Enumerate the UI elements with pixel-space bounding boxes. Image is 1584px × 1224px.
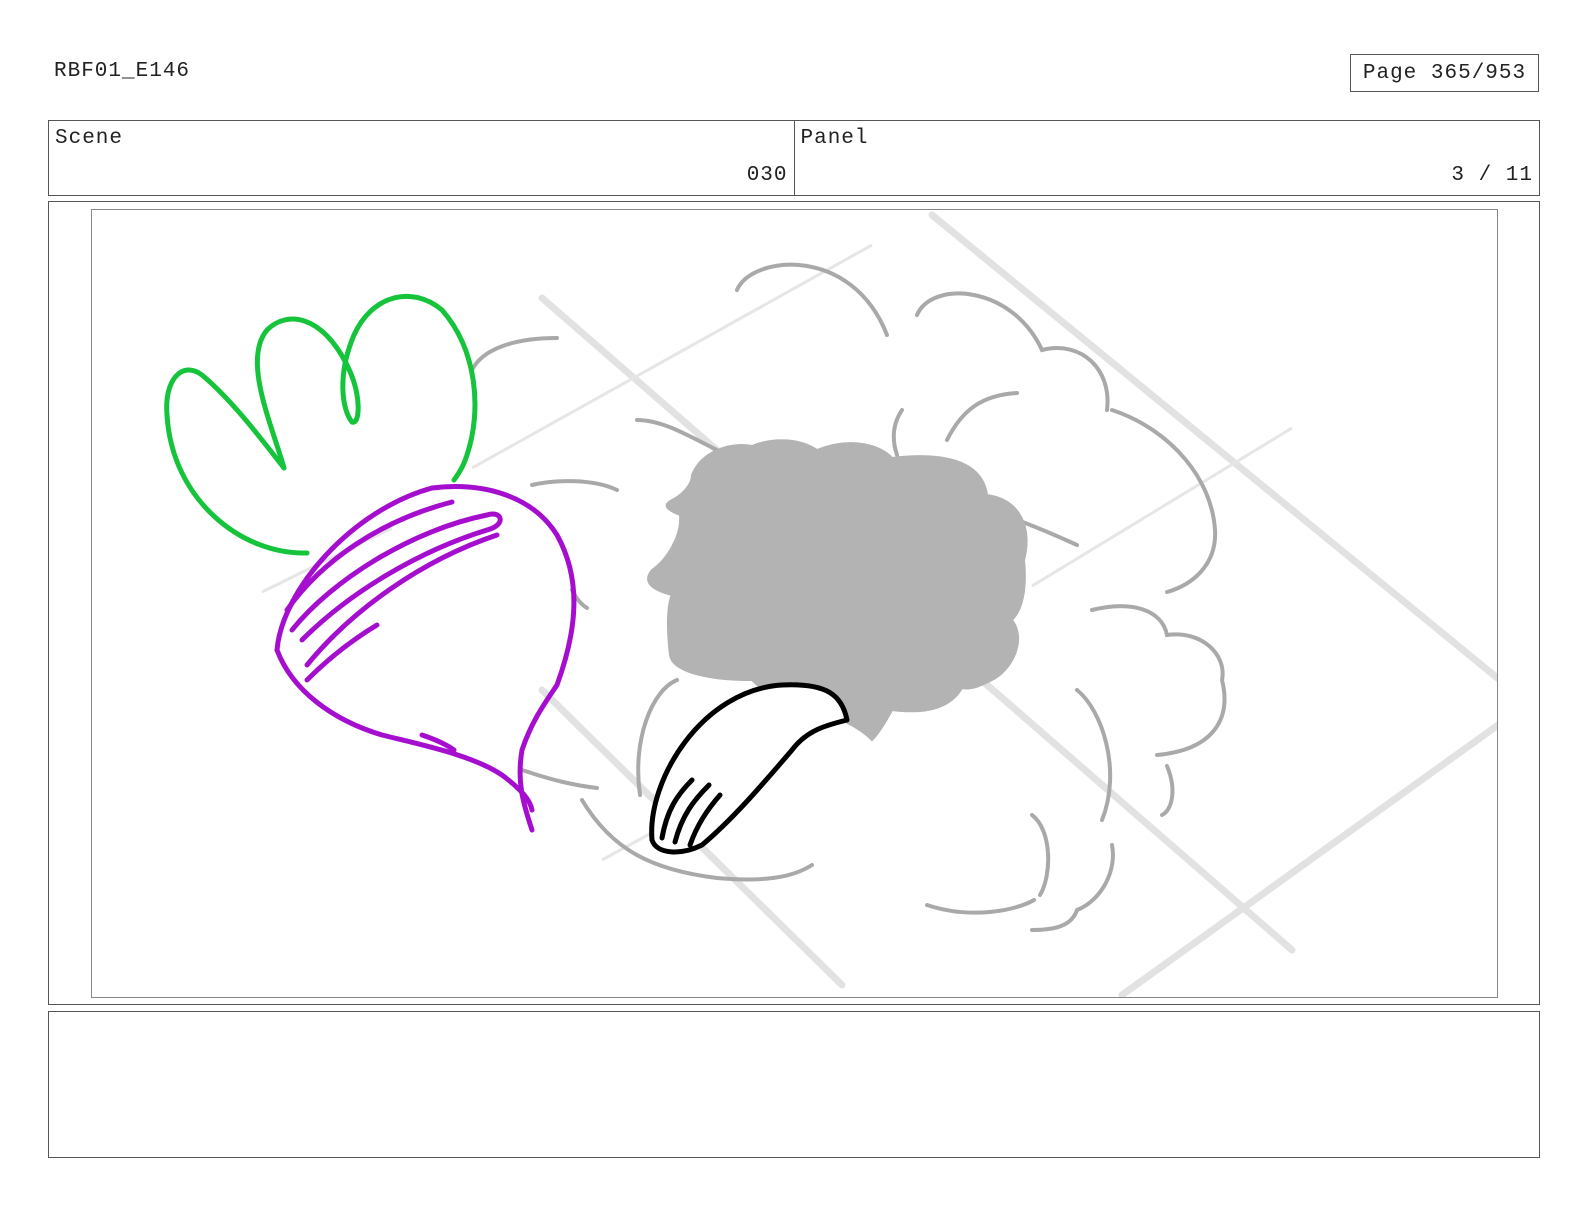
scene-label: Scene bbox=[55, 127, 124, 150]
scene-cell: Scene 030 bbox=[49, 121, 794, 195]
radish-leaves bbox=[164, 293, 478, 556]
scene-panel-row: Scene 030 Panel 3 / 11 bbox=[48, 120, 1540, 196]
smoke-hole bbox=[647, 439, 1028, 742]
scene-number: 030 bbox=[746, 164, 788, 187]
panel-cell: Panel 3 / 11 bbox=[793, 121, 1540, 195]
notes-box bbox=[48, 1011, 1540, 1158]
panel-number: 3 / 11 bbox=[1451, 164, 1533, 187]
document-id: RBF01_E146 bbox=[54, 60, 191, 83]
radish-bulb bbox=[274, 484, 577, 833]
sketch-canvas bbox=[164, 211, 1497, 997]
storyboard-drawing bbox=[91, 209, 1498, 998]
tongue bbox=[649, 682, 850, 855]
page-number: Page 365/953 bbox=[1350, 54, 1539, 92]
panel-label: Panel bbox=[800, 127, 869, 150]
